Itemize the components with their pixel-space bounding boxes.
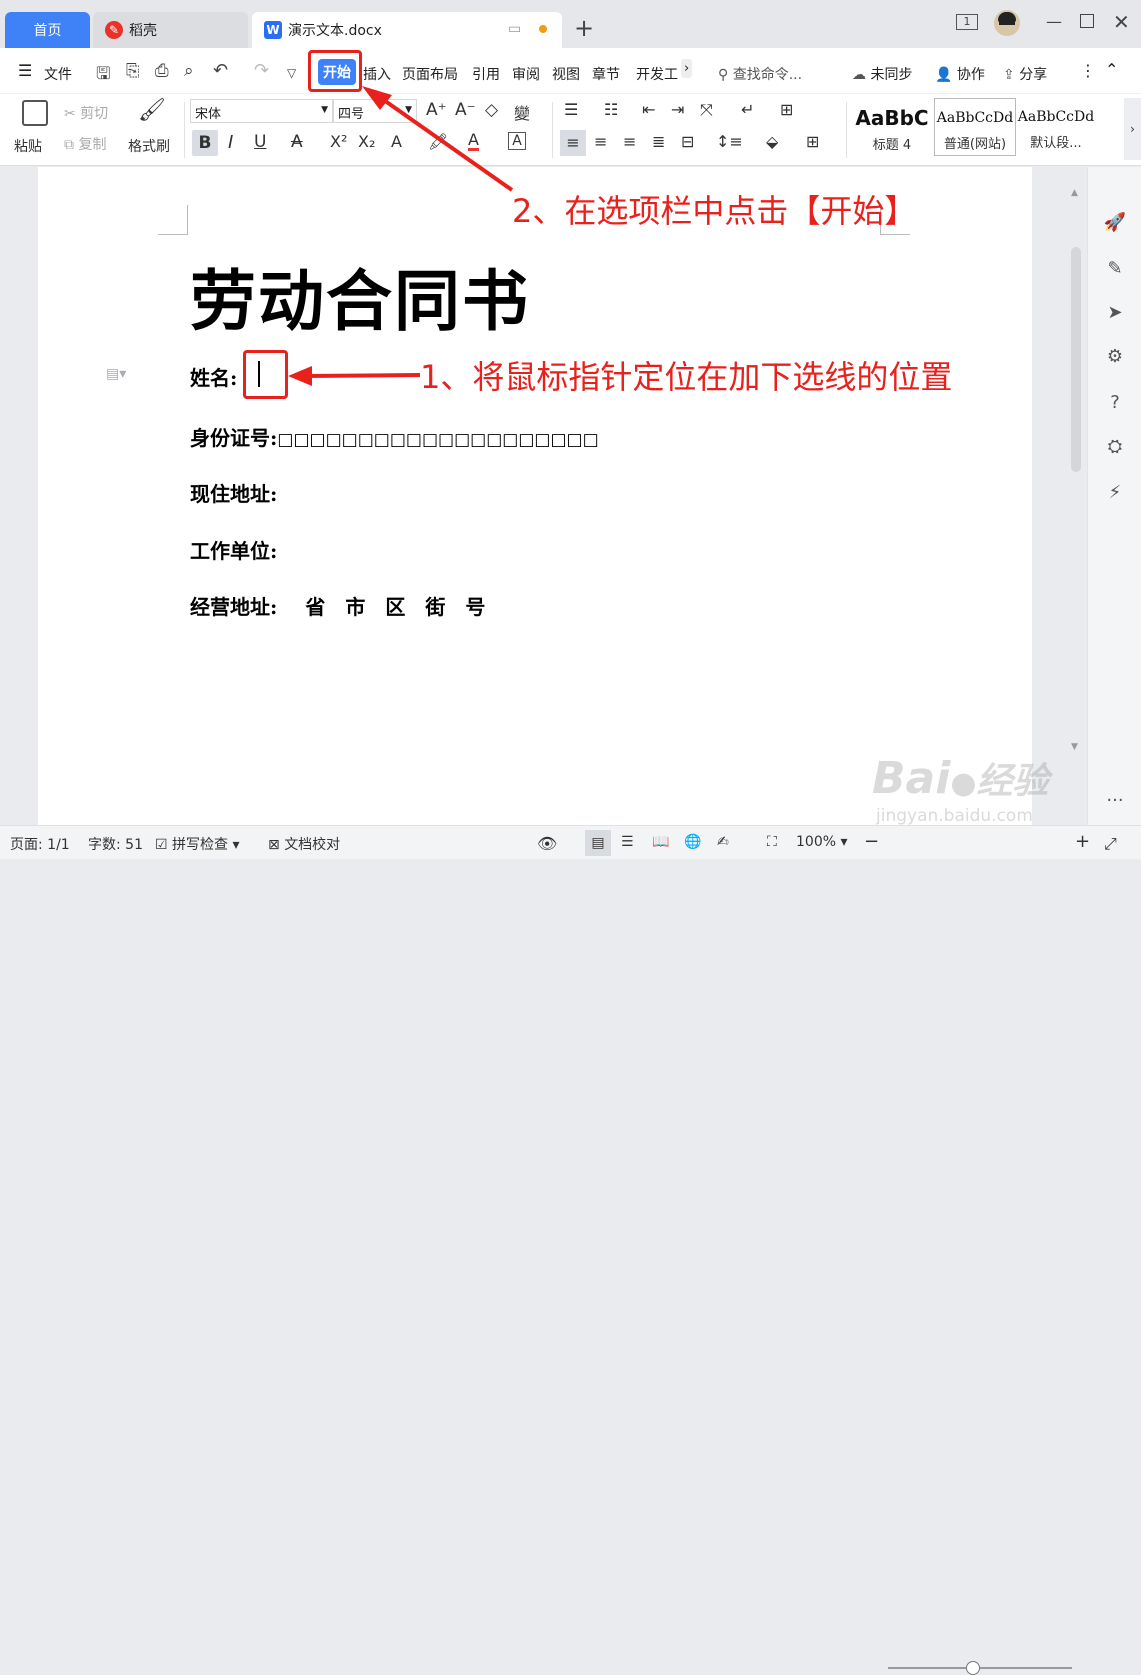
proofread-label: 文档校对 (284, 837, 341, 853)
page-count[interactable]: 页面: 1/1 (10, 834, 70, 854)
annotate-pen-icon[interactable]: ✍ (717, 834, 729, 850)
help-icon[interactable]: ? (1103, 391, 1127, 415)
reading-view-icon[interactable]: 📖 (652, 834, 669, 850)
assistant-icon[interactable]: ⛭ (1103, 435, 1127, 459)
fit-page-icon[interactable]: ⛶ (767, 834, 777, 850)
annotation-arrows (288, 86, 514, 386)
baidu-watermark-logo: Bai●经验 (872, 753, 1049, 804)
annotation-step2: 2、在选项栏中点击【开始】 (512, 192, 917, 230)
word-count[interactable]: 字数: 51 (88, 834, 143, 854)
spell-check-button[interactable]: ☑ 拼写检查 ▾ (155, 834, 240, 854)
arrow-head-step1 (288, 366, 312, 386)
pen-icon[interactable]: ✎ (1103, 257, 1127, 281)
right-tool-panel: 🚀 ✎ ➤ ⚙ ? ⛭ ⚡ ··· (1087, 167, 1141, 825)
proofread-icon: ⊠ (268, 837, 280, 853)
more-dots-icon[interactable]: ··· (1103, 789, 1127, 813)
scroll-up-icon[interactable]: ▲ (1071, 188, 1078, 198)
rocket-icon[interactable]: 🚀 (1103, 211, 1127, 235)
zoom-in-icon[interactable]: + (1075, 831, 1090, 852)
watermark-brand: Bai (872, 753, 951, 804)
zoom-slider[interactable] (888, 1667, 1072, 1669)
spell-check-label: 拼写检查 (172, 837, 229, 853)
watermark-brand2: 经验 (976, 761, 1049, 802)
lightning-icon[interactable]: ⚡ (1103, 481, 1127, 505)
fullscreen-icon[interactable]: ⤢ (1104, 834, 1117, 854)
check-box-icon: ☑ (155, 837, 168, 853)
zoom-level[interactable]: 100% ▾ (796, 834, 848, 850)
arrow-line-step2 (376, 94, 514, 192)
cursor-select-icon[interactable]: ➤ (1103, 301, 1127, 325)
settings-sliders-icon[interactable]: ⚙ (1103, 345, 1127, 369)
annotation-step1: 1、将鼠标指针定位在加下选线的位置 (420, 358, 953, 396)
arrow-line-step1 (304, 373, 421, 378)
status-bar: 页面: 1/1 字数: 51 ☑ 拼写检查 ▾ ⊠ 文档校对 👁 ▤ ☰ 📖 🌐… (0, 825, 1141, 1675)
zoom-slider-handle[interactable] (966, 1661, 980, 1675)
scroll-down-icon[interactable]: ▼ (1071, 742, 1078, 752)
zoom-level-value: 100% (796, 834, 837, 850)
proofread-button[interactable]: ⊠ 文档校对 (268, 834, 340, 854)
page-view-icon[interactable]: ▤ (585, 830, 611, 856)
zoom-out-icon[interactable]: − (864, 831, 879, 852)
scrollbar-thumb[interactable] (1071, 247, 1081, 472)
outline-view-icon[interactable]: ☰ (621, 834, 634, 850)
web-view-icon[interactable]: 🌐 (684, 834, 701, 850)
eye-protection-icon[interactable]: 👁 (537, 834, 557, 853)
watermark-url: jingyan.baidu.com (876, 806, 1033, 826)
arrow-head-step2 (362, 86, 392, 110)
vertical-scrollbar[interactable]: ▲ ▼ (1068, 172, 1084, 824)
